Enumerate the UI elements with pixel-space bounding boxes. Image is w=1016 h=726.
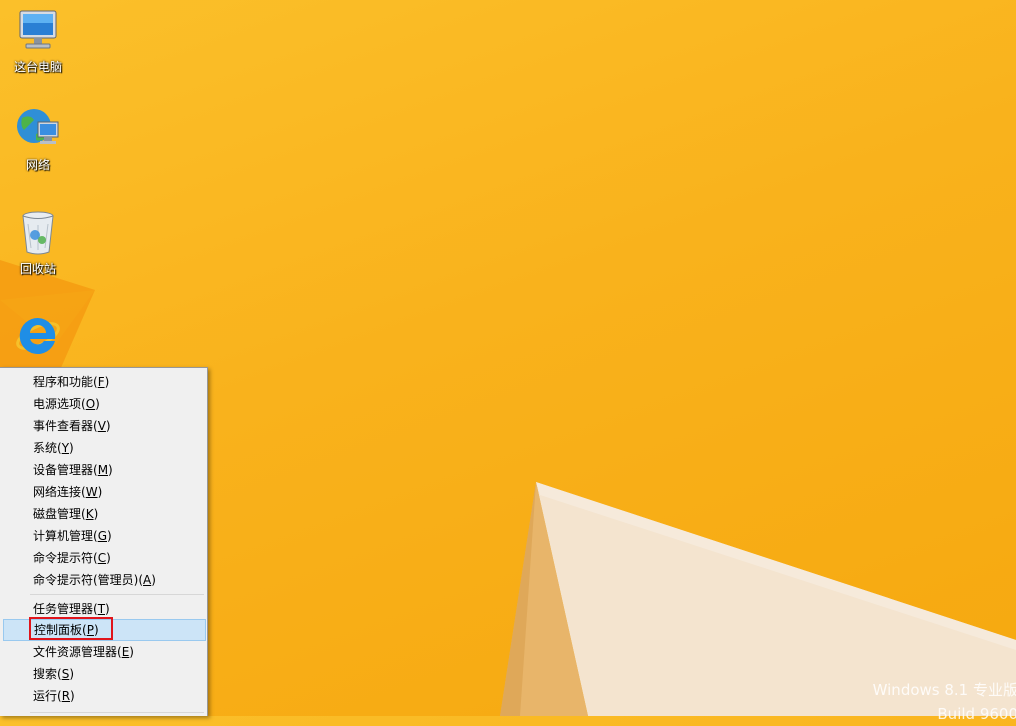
menu-item-label-end: ) xyxy=(93,507,99,521)
menu-item-label: 设备管理器( xyxy=(33,463,98,477)
menu-item-label-end: ) xyxy=(106,551,111,565)
watermark-edition: Windows 8.1 专业版 xyxy=(872,681,1016,699)
menu-item-label-end: ) xyxy=(129,645,134,659)
menu-item-label-end: ) xyxy=(108,463,113,477)
menu-item-accelerator: M xyxy=(97,463,109,477)
menu-item-label: 命令提示符(管理员)( xyxy=(33,573,144,587)
menu-item-w[interactable]: 网络连接(W) xyxy=(3,481,206,503)
menu-item-accelerator: K xyxy=(85,507,94,521)
menu-item-label: 运行( xyxy=(33,689,62,703)
menu-item-accelerator: W xyxy=(85,485,98,499)
menu-item-label: 搜索( xyxy=(33,667,62,681)
menu-item-label-end: ) xyxy=(151,573,156,587)
menu-separator xyxy=(30,594,204,595)
menu-item-accelerator: R xyxy=(61,689,71,703)
menu-item-g[interactable]: 计算机管理(G) xyxy=(3,525,206,547)
desktop-icon-recycle-bin[interactable]: 回收站 xyxy=(6,208,70,276)
desktop-icon-this-pc[interactable]: 这台电脑 xyxy=(6,6,70,74)
menu-item-accelerator: V xyxy=(97,419,106,433)
menu-item-e[interactable]: 文件资源管理器(E) xyxy=(3,641,206,663)
menu-item-label-end: ) xyxy=(97,485,103,499)
menu-item-accelerator: C xyxy=(97,551,107,565)
menu-item-c[interactable]: 命令提示符(C) xyxy=(3,547,206,569)
menu-item-accelerator: G xyxy=(97,529,107,543)
watermark-build: Build 9600 xyxy=(937,705,1016,723)
desktop-icon-label: 回收站 xyxy=(19,262,56,276)
desktop-icon-label: 这台电脑 xyxy=(13,60,62,74)
menu-item-label: 计算机管理( xyxy=(33,529,98,543)
menu-item-m[interactable]: 设备管理器(M) xyxy=(3,459,206,481)
menu-item-label-end: ) xyxy=(104,375,110,389)
desktop-icon-network[interactable]: 网络 xyxy=(6,104,70,172)
menu-item-label: 磁盘管理( xyxy=(33,507,86,521)
menu-item-o[interactable]: 电源选项(O) xyxy=(3,393,206,415)
menu-item-label: 网络连接( xyxy=(33,485,86,499)
menu-item-f[interactable]: 程序和功能(F) xyxy=(3,371,206,393)
menu-item-v[interactable]: 事件查看器(V) xyxy=(3,415,206,437)
menu-item-label-end: ) xyxy=(69,667,74,681)
menu-item-label: 任务管理器( xyxy=(33,602,98,616)
menu-item-accelerator: F xyxy=(97,375,105,389)
menu-item-k[interactable]: 磁盘管理(K) xyxy=(3,503,206,525)
menu-item-label-end: ) xyxy=(105,602,110,616)
power-user-menu: 程序和功能(F) 电源选项(O) 事件查看器(V) 系统(Y) 设备管理器(M) 网络连接… xyxy=(0,367,208,716)
menu-item-accelerator: Y xyxy=(61,441,70,455)
menu-item-r[interactable]: 运行(R) xyxy=(3,685,206,707)
menu-item-label-end: ) xyxy=(95,397,100,411)
menu-item-accelerator: T xyxy=(97,602,106,616)
menu-item-label-end: ) xyxy=(105,419,111,433)
menu-item-label: 电源选项( xyxy=(33,397,86,411)
menu-item-a[interactable]: 命令提示符(管理员)(A) xyxy=(3,569,206,591)
menu-item-label: 程序和功能( xyxy=(33,375,98,389)
menu-item-label: 系统( xyxy=(33,441,62,455)
network-icon xyxy=(17,109,59,144)
menu-item-label: 文件资源管理器( xyxy=(33,645,122,659)
menu-item-accelerator: O xyxy=(85,397,96,411)
menu-item-y[interactable]: 系统(Y) xyxy=(3,437,206,459)
menu-item-label: 事件查看器( xyxy=(33,419,98,433)
menu-item-label-end: ) xyxy=(107,529,112,543)
menu-item-label: 命令提示符( xyxy=(33,551,98,565)
windows-version-watermark: Windows 8.1 专业版 Build 9600 xyxy=(873,678,1016,726)
recycle-bin-icon xyxy=(22,211,54,255)
menu-separator xyxy=(30,712,204,713)
menu-item-s[interactable]: 搜索(S) xyxy=(3,663,206,685)
menu-item-label-end: ) xyxy=(70,689,75,703)
internet-explorer-icon xyxy=(16,317,60,354)
desktop-icon-internet-explorer[interactable] xyxy=(6,312,70,364)
desktop-icon-label: 网络 xyxy=(25,158,50,172)
menu-item-label-end: ) xyxy=(69,441,74,455)
computer-icon xyxy=(19,10,57,49)
control-panel-callout xyxy=(29,617,113,640)
